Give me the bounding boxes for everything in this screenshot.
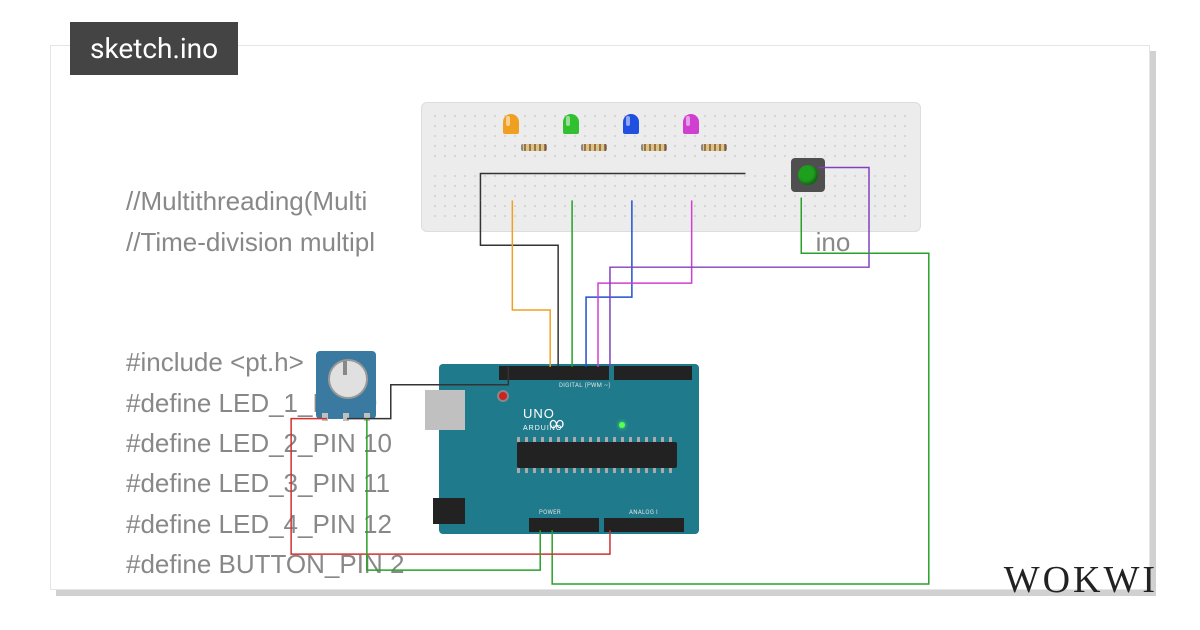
- filename-tab[interactable]: sketch.ino: [70, 22, 238, 75]
- code-line: //Time-division multipl: [126, 227, 375, 257]
- code-line: #define BUTTON_PIN 2: [126, 549, 404, 579]
- code-line: #define LED_2_PIN 10: [126, 428, 392, 458]
- led-orange[interactable]: [503, 114, 519, 134]
- led-green[interactable]: [563, 114, 579, 134]
- code-line: #define LED_4_PIN 12: [126, 509, 392, 539]
- led-blue[interactable]: [623, 114, 639, 134]
- code-line: #define LED_3_PIN 11: [126, 468, 390, 498]
- code-line-suffix: ino: [816, 227, 851, 257]
- wokwi-logo: WOKWI: [1004, 558, 1158, 602]
- code-line: #define LED_1_PIN 9: [126, 388, 378, 418]
- code-line: #include <pt.h>: [126, 347, 304, 377]
- led-magenta[interactable]: [683, 114, 699, 134]
- filename-label: sketch.ino: [90, 32, 218, 65]
- code-preview: //Multithreading(Multi //Time-division m…: [126, 141, 850, 584]
- code-line: //Multithreading(Multi: [126, 186, 367, 216]
- preview-card: //Multithreading(Multi //Time-division m…: [50, 45, 1150, 590]
